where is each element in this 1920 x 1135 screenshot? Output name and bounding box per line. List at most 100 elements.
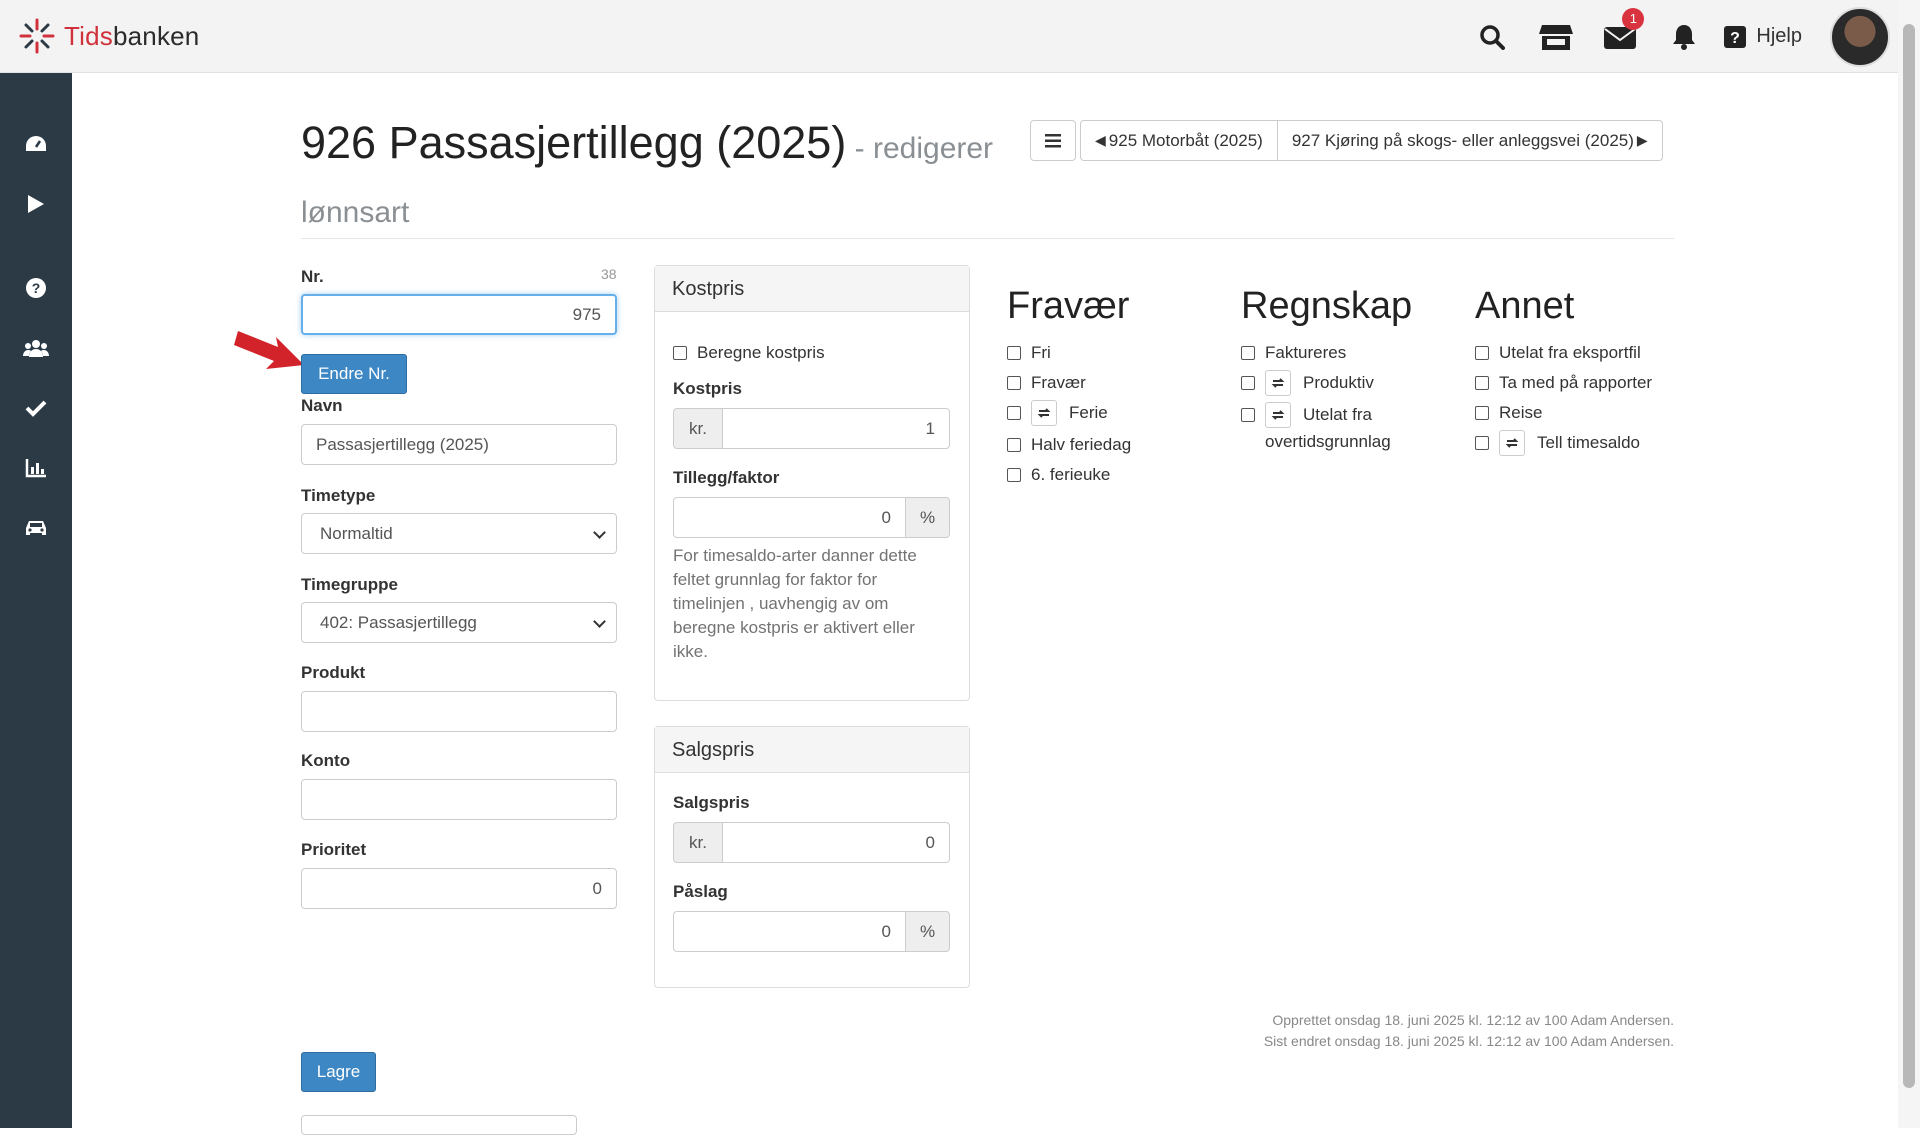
tillegg-label: Tillegg/faktor [673,468,780,487]
annet-heading: Annet [1475,285,1575,327]
annet-item-rapporter: Ta med på rapporter [1475,373,1652,393]
utelat-overtid-checkbox[interactable] [1241,408,1255,422]
navn-input[interactable]: Passasjertillegg (2025) [301,424,617,465]
bell-icon [1673,24,1696,50]
reise-checkbox[interactable] [1475,406,1489,420]
next-record-label: 927 Kjøring på skogs- eller anleggsvei (… [1291,130,1634,150]
ferieuke-checkbox[interactable] [1007,468,1021,482]
utelat-overtid-swap-button[interactable] [1265,402,1291,428]
ferie-swap-button[interactable] [1031,400,1057,426]
ferie-checkbox[interactable] [1007,406,1021,420]
kostpris-heading: Kostpris [655,266,969,312]
play-icon [28,195,44,213]
faktureres-checkbox[interactable] [1241,346,1255,360]
sidebar-item-dashboard[interactable] [0,120,72,168]
produktiv-label: Produktiv [1303,373,1374,392]
utelat-overtid-label: Utelat fra [1303,405,1372,424]
eksportfil-checkbox[interactable] [1475,346,1489,360]
kostpris-label: Kostpris [673,379,742,398]
change-nr-button[interactable]: Endre Nr. [301,354,407,394]
mail-button[interactable]: 1 [1588,0,1652,73]
logo-icon [19,18,55,54]
app-logo[interactable]: Tidsbanken [18,17,199,55]
salgspris-heading: Salgspris [655,727,969,773]
modified-info: Sist endret onsdag 18. juni 2025 kl. 12:… [1263,1033,1674,1049]
konto-input[interactable] [301,779,617,820]
prioritet-input[interactable]: 0 [301,868,617,909]
help-link[interactable]: ? Hjelp [1724,25,1802,48]
halv-feriedag-checkbox[interactable] [1007,438,1021,452]
beregne-kostpris-row: Beregne kostpris [673,343,825,363]
tell-timesaldo-swap-button[interactable] [1499,430,1525,456]
kostpris-input[interactable]: 1 [723,408,950,449]
question-icon: ? [26,278,46,298]
tillegg-input[interactable]: 0 [673,497,906,538]
users-icon [23,340,49,357]
fravaer-checkbox[interactable] [1007,376,1021,390]
salgspris-currency: kr. [673,822,723,863]
overtidsgrunnlag-label: overtidsgrunnlag [1265,432,1391,451]
user-avatar[interactable] [1830,6,1890,67]
paslag-label: Påslag [673,882,728,901]
menu-icon [1045,133,1061,147]
timegruppe-select[interactable]: 402: Passasjertillegg [301,602,617,643]
tillegg-input-group: 0 % [673,497,950,538]
tell-timesaldo-label: Tell timesaldo [1537,433,1640,452]
sidebar-item-approve[interactable] [0,384,72,432]
salgspris-label: Salgspris [673,793,750,812]
fri-checkbox[interactable] [1007,346,1021,360]
page-scrollbar[interactable] [1898,0,1920,1128]
store-button[interactable] [1524,0,1588,73]
record-nav: ◀ 925 Motorbåt (2025) 927 Kjøring på skog… [1030,120,1663,161]
search-button[interactable] [1460,0,1524,73]
prev-record-button[interactable]: ◀ 925 Motorbåt (2025) [1080,120,1278,161]
paslag-input[interactable]: 0 [673,911,906,952]
salgspris-input[interactable]: 0 [723,822,950,863]
sidebar-item-play[interactable] [0,180,72,228]
logo-text: Tidsbanken [64,20,200,51]
regnskap-item-utelat: Utelat fra [1241,402,1372,428]
produktiv-checkbox[interactable] [1241,376,1255,390]
ferie-label: Ferie [1069,403,1108,422]
fravaer-label: Fravær [1031,373,1086,392]
last-icon: ▶ [1636,132,1648,148]
prioritet-label: Prioritet [301,840,367,859]
swap-icon [1271,410,1285,420]
scrollbar-thumb[interactable] [1903,24,1915,1088]
search-icon [1480,24,1506,50]
regnskap-item-utelat-cont: overtidsgrunnlag [1265,432,1391,452]
rapporter-checkbox[interactable] [1475,376,1489,390]
timetype-label: Timetype [301,486,376,505]
fravaer-item-fri: Fri [1007,343,1051,363]
top-bar: Tidsbanken 1 ? Hjelp [0,0,1920,73]
annet-item-eksportfil: Utelat fra eksportfil [1475,343,1641,363]
nr-input[interactable]: 975 [301,294,617,335]
fravaer-item-6-ferieuke: 6. ferieuke [1007,465,1110,485]
sidebar-item-reports[interactable] [0,444,72,492]
ferieuke-label: 6. ferieuke [1031,465,1111,484]
fravaer-heading: Fravær [1007,285,1130,327]
annet-item-reise: Reise [1475,403,1542,423]
tell-timesaldo-checkbox[interactable] [1475,436,1489,450]
save-button[interactable]: Lagre [301,1052,376,1092]
next-record-button[interactable]: 927 Kjøring på skogs- eller anleggsvei (… [1277,120,1663,161]
sidebar-item-vehicles[interactable] [0,504,72,552]
nr-label: Nr. [301,267,324,286]
konto-label: Konto [301,751,351,770]
menu-button[interactable] [1030,120,1076,161]
rapporter-label: Ta med på rapporter [1499,373,1653,392]
sidebar-item-users[interactable] [0,324,72,372]
notifications-button[interactable] [1652,0,1716,73]
chart-icon [25,459,46,478]
mail-badge: 1 [1622,8,1645,30]
beregne-kostpris-checkbox[interactable] [673,346,687,360]
produkt-input[interactable] [301,691,617,732]
faktureres-label: Faktureres [1265,343,1347,362]
timetype-select[interactable]: Normaltid [301,513,617,554]
below-fold-input[interactable] [301,1115,577,1135]
fri-label: Fri [1031,343,1051,362]
sidebar-item-help[interactable]: ? [0,264,72,312]
regnskap-item-produktiv: Produktiv [1241,370,1374,396]
produktiv-swap-button[interactable] [1265,370,1291,396]
prev-record-label: 925 Motorbåt (2025) [1108,130,1263,150]
